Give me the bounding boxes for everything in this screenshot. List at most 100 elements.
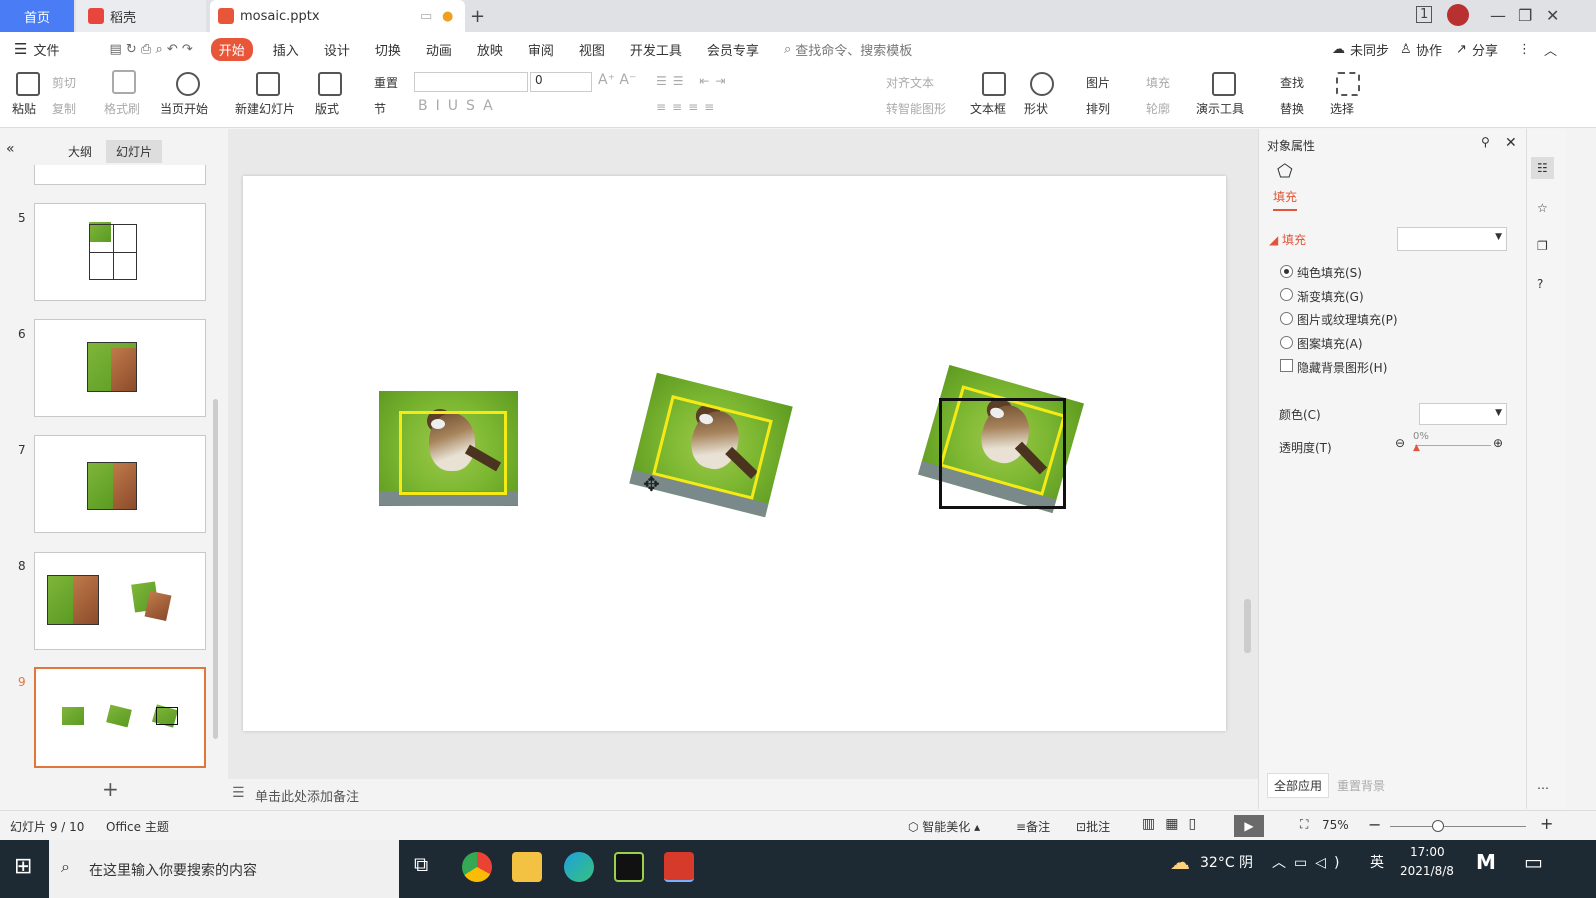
chrome-icon[interactable] — [462, 852, 492, 882]
paste-button[interactable]: 粘贴 — [12, 100, 36, 117]
font-size-select[interactable]: 0 — [530, 72, 592, 92]
tab-slides[interactable]: 幻灯片 — [106, 140, 163, 163]
tab-document[interactable]: mosaic.pptx ▭ ● — [210, 0, 465, 32]
shape-button[interactable]: 形状 — [1024, 100, 1048, 117]
menu-view[interactable]: 视图 — [579, 40, 605, 59]
app-tray-icon[interactable]: M — [1476, 850, 1496, 874]
menu-kaishi[interactable]: 开始 — [210, 37, 253, 61]
format-painter-icon[interactable] — [112, 70, 136, 94]
slide-thumbnail-7[interactable] — [34, 435, 206, 533]
notification-icon[interactable]: ▭ — [1524, 850, 1543, 874]
decrease-icon[interactable]: ⊖ — [1395, 436, 1405, 450]
menu-developer[interactable]: 开发工具 — [630, 40, 682, 59]
fill-section-header[interactable]: ◢ 填充 — [1269, 231, 1306, 248]
hide-bg-label[interactable]: 隐藏背景图形(H) — [1297, 359, 1387, 376]
zoom-slider-handle[interactable] — [1432, 820, 1444, 832]
animation-icon[interactable]: ❐ — [1537, 239, 1548, 253]
picture-button[interactable]: 图片 — [1086, 74, 1110, 91]
slider-handle[interactable]: ▲ — [1413, 443, 1420, 453]
play-slideshow-button[interactable]: ▶ — [1234, 815, 1264, 837]
edge-icon[interactable] — [564, 852, 594, 882]
close-icon[interactable]: ✕ — [1546, 6, 1559, 25]
cut-button[interactable]: 剪切 — [52, 74, 76, 91]
layout-button[interactable]: 版式 — [315, 100, 339, 117]
thumbnail-scrollbar[interactable] — [213, 399, 218, 739]
input-lang[interactable]: 英 — [1370, 852, 1384, 872]
new-slide-button[interactable]: 新建幻灯片 — [235, 100, 295, 117]
zoom-level[interactable]: 75% — [1322, 818, 1349, 832]
task-view-icon[interactable]: ⧉ — [414, 852, 428, 876]
menu-animation[interactable]: 动画 — [426, 40, 452, 59]
gradient-fill-radio[interactable] — [1280, 288, 1293, 301]
slide-thumbnail-8[interactable] — [34, 552, 206, 650]
color-select[interactable]: ▼ — [1419, 403, 1507, 425]
replace-button[interactable]: 替换 — [1280, 100, 1304, 117]
pin-icon[interactable]: ⚲ — [1481, 135, 1490, 149]
canvas-scrollbar[interactable] — [1244, 599, 1251, 653]
maximize-icon[interactable]: ❐ — [1518, 6, 1532, 25]
select-icon[interactable] — [1336, 72, 1360, 96]
align-icons[interactable]: ≡≡≡≡ — [656, 100, 720, 114]
increase-icon[interactable]: ⊕ — [1493, 436, 1503, 450]
window-count-icon[interactable]: 1 — [1416, 6, 1433, 23]
clock-time[interactable]: 17:00 — [1410, 845, 1445, 859]
share-button[interactable]: 分享 — [1472, 40, 1498, 59]
windows-start-icon[interactable]: ⊞ — [14, 854, 32, 879]
text-format-icons[interactable]: BIUSA — [418, 98, 501, 114]
avatar[interactable] — [1447, 4, 1469, 26]
more-icon[interactable]: ⋯ — [1537, 781, 1549, 795]
align-text-button[interactable]: 对齐文本 — [886, 74, 934, 91]
play-icon[interactable] — [176, 72, 200, 96]
tab-daoke[interactable]: 稻壳 — [76, 0, 206, 32]
monitor-icon[interactable]: ▭ — [420, 9, 432, 24]
textbox-icon[interactable] — [982, 72, 1006, 96]
menu-design[interactable]: 设计 — [324, 40, 350, 59]
select-button[interactable]: 选择 — [1330, 100, 1354, 117]
pycharm-icon[interactable] — [614, 852, 644, 882]
picture-fill-label[interactable]: 图片或纹理填充(P) — [1297, 311, 1398, 328]
copy-button[interactable]: 复制 — [52, 100, 76, 117]
black-frame[interactable] — [939, 398, 1066, 509]
properties-icon[interactable]: ☷ — [1531, 157, 1554, 179]
file-explorer-icon[interactable] — [512, 852, 542, 882]
format-painter-button[interactable]: 格式刷 — [104, 100, 140, 117]
fill-button[interactable]: 填充 — [1146, 74, 1170, 91]
gradient-fill-label[interactable]: 渐变填充(G) — [1297, 288, 1364, 305]
slide-9[interactable]: ✥ — [243, 176, 1226, 731]
collapse-panel-icon[interactable]: « — [6, 141, 15, 157]
paste-icon[interactable] — [16, 72, 40, 96]
menu-file[interactable]: 文件 — [33, 40, 59, 59]
help-icon[interactable]: ? — [1537, 277, 1543, 291]
present-tools-button[interactable]: 演示工具 — [1196, 100, 1244, 117]
zoom-out-icon[interactable]: − — [1368, 815, 1381, 834]
zoom-slider[interactable] — [1390, 826, 1526, 827]
list-icons[interactable]: ☰☰ ⇤⇥ — [656, 74, 731, 88]
minimize-icon[interactable]: — — [1490, 6, 1506, 25]
sparrow-picture-1[interactable] — [379, 391, 518, 506]
apply-all-button[interactable]: 全部应用 — [1267, 773, 1330, 798]
pattern-fill-label[interactable]: 图案填充(A) — [1297, 335, 1363, 352]
zoom-in-icon[interactable]: + — [1540, 814, 1553, 833]
slide-thumbnail-9[interactable] — [34, 667, 206, 768]
layout-icon[interactable] — [318, 72, 342, 96]
shape-icon[interactable] — [1030, 72, 1054, 96]
tray-icons[interactable]: ︿▭◁) — [1272, 852, 1347, 872]
collapse-ribbon-icon[interactable]: ︿ — [1544, 40, 1557, 59]
menu-transition[interactable]: 切换 — [375, 40, 401, 59]
textbox-button[interactable]: 文本框 — [970, 100, 1006, 117]
solid-fill-label[interactable]: 纯色填充(S) — [1297, 264, 1362, 281]
comments-button[interactable]: ⊡批注 — [1076, 818, 1110, 835]
notes-placeholder[interactable]: 单击此处添加备注 — [255, 786, 359, 805]
reset-button[interactable]: 重置 — [374, 74, 398, 91]
taskbar-search-placeholder[interactable]: 在这里输入你要搜索的内容 — [89, 860, 257, 880]
quick-access-icons[interactable]: ▤ ↻ ⎙ ⌕ ↶ ↷ — [109, 42, 192, 57]
menu-insert[interactable]: 插入 — [273, 40, 299, 59]
collab-button[interactable]: 协作 — [1416, 40, 1442, 59]
hide-bg-checkbox[interactable] — [1280, 359, 1293, 372]
slide-thumbnail-5[interactable] — [34, 203, 206, 301]
new-tab-icon[interactable]: + — [470, 6, 485, 27]
wps-icon[interactable] — [664, 852, 694, 882]
clock-date[interactable]: 2021/8/8 — [1400, 864, 1454, 878]
outline-button[interactable]: 轮廓 — [1146, 100, 1170, 117]
font-name-select[interactable] — [414, 72, 528, 92]
